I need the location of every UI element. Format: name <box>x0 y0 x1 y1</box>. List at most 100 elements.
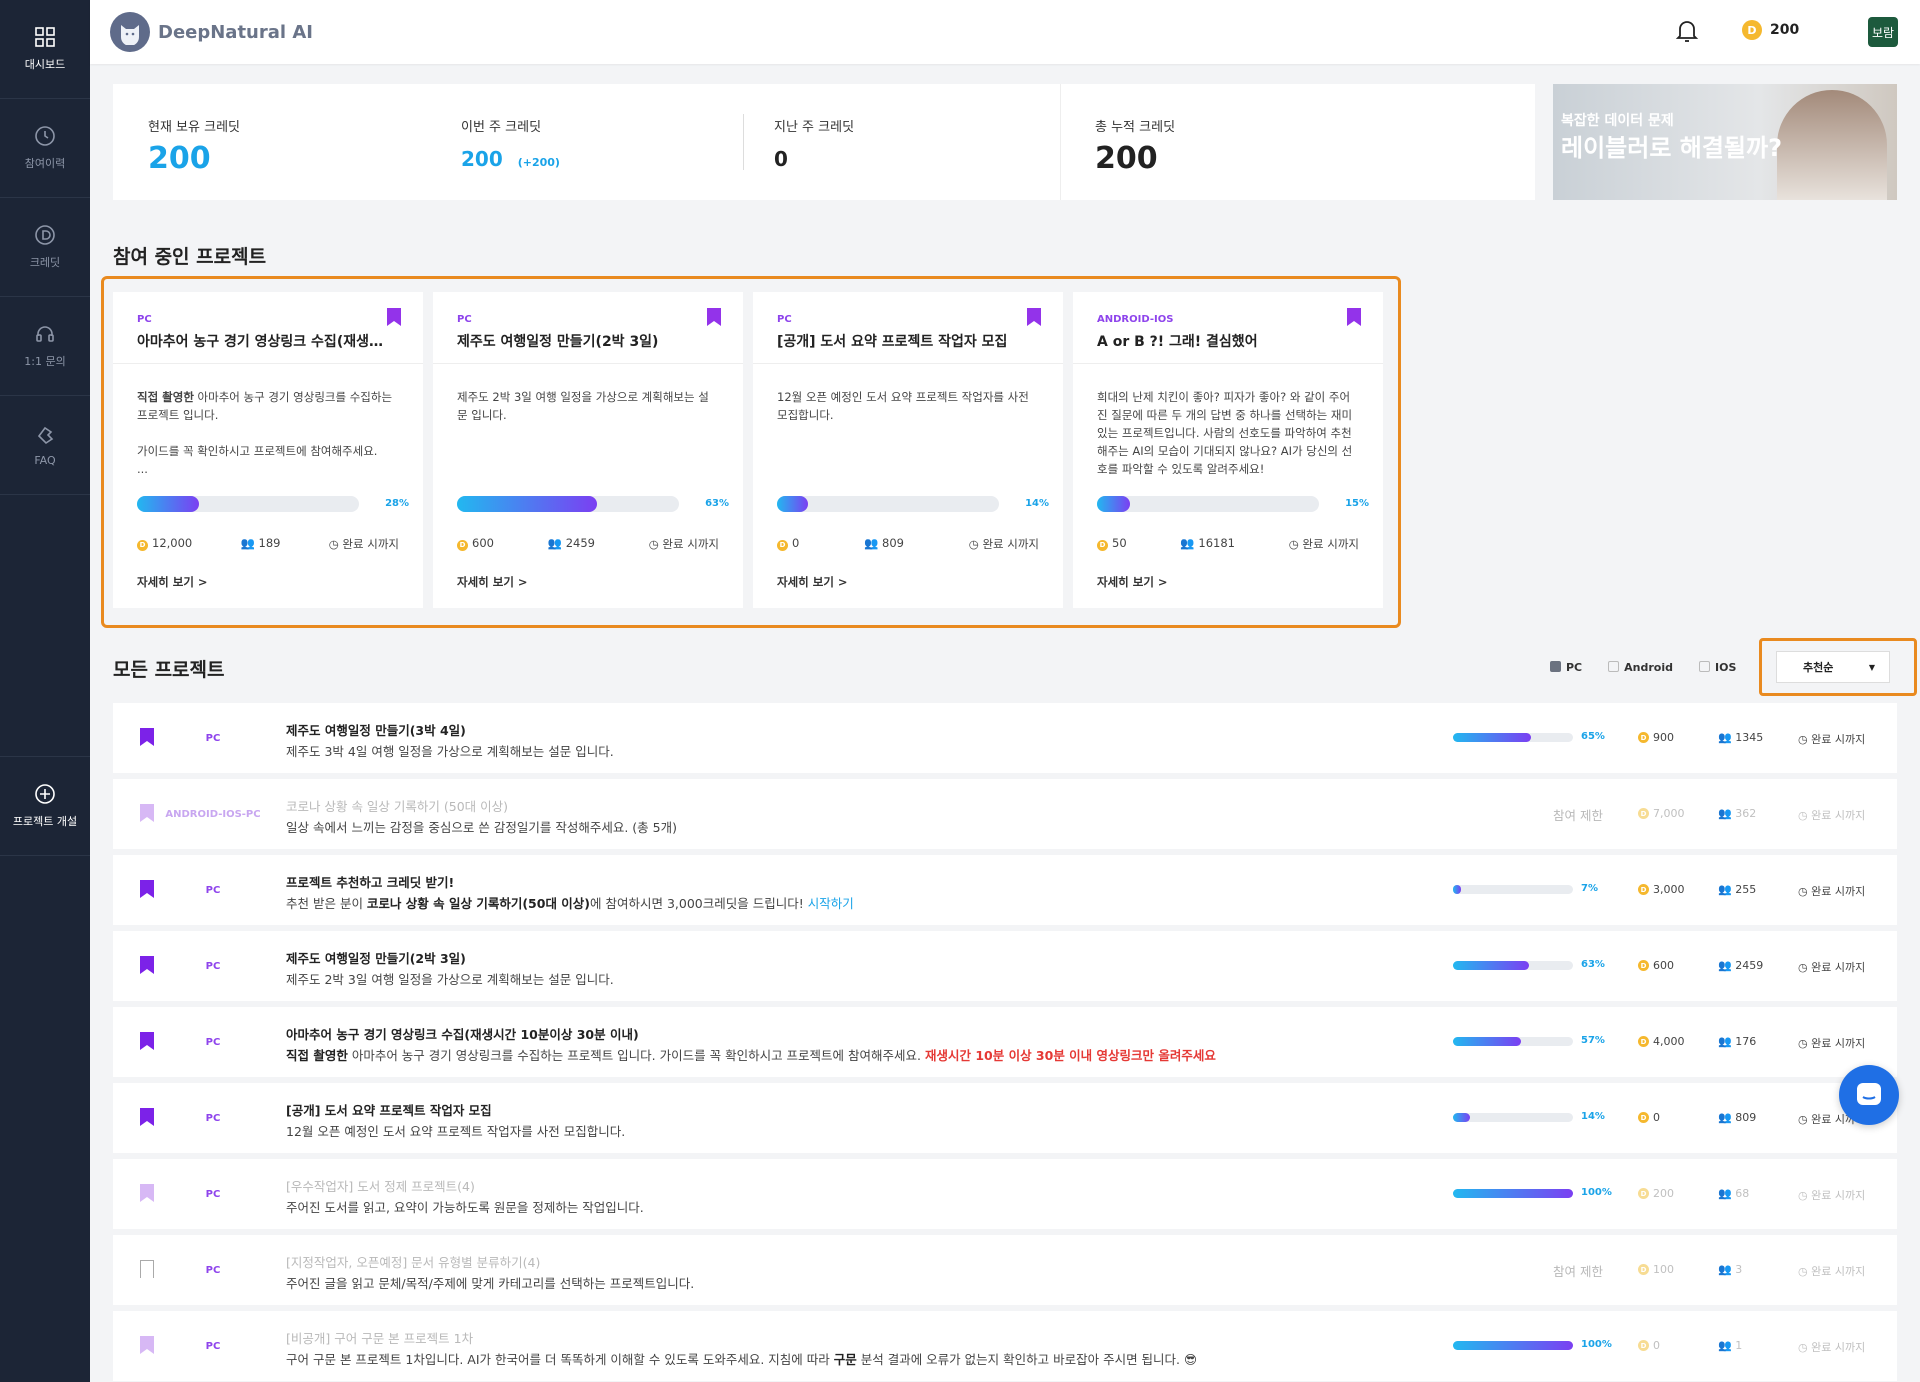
stat-total: 총 누적 크레딧 200 <box>1095 116 1175 176</box>
project-row[interactable]: PC [지정작업자, 오픈예정] 문서 유형별 분류하기(4) 주어진 글을 읽고 … <box>113 1235 1897 1305</box>
card-meta: D 0 👥 809 ◷ 완료 시까지 <box>777 536 1039 552</box>
dashboard-icon <box>35 27 55 47</box>
active-project-card[interactable]: PC 아마추어 농구 경기 영상링크 수집(재생시간 10분이상 30분 이내) 직… <box>113 292 423 608</box>
sidebar-item-inquiry[interactable]: 1:1 문의 <box>0 297 90 396</box>
row-title[interactable]: [우수작업자] 도서 정제 프로젝트(4) <box>286 1176 475 1195</box>
row-title[interactable]: 프로젝트 추천하고 크레딧 받기! <box>286 872 454 891</box>
row-desc-bold: 직접 촬영한 <box>286 1048 348 1063</box>
project-row[interactable]: PC [우수작업자] 도서 정제 프로젝트(4) 주어진 도서를 읽고, 요약이 가… <box>113 1159 1897 1229</box>
time-value: 완료 시까지 <box>662 537 719 551</box>
progress-fill <box>137 496 200 512</box>
sidebar-item-label: 크레딧 <box>29 256 61 269</box>
bell-icon[interactable] <box>1675 18 1699 48</box>
desc-text: 희대의 난제 치킨이 좋아? 피자가 좋아? 와 같이 주어진 질문에 따른 두… <box>1097 390 1353 476</box>
row-title[interactable]: 제주도 여행일정 만들기(3박 4일) <box>286 720 466 739</box>
create-project-button[interactable]: 프로젝트 개설 <box>0 756 90 856</box>
project-row[interactable]: PC [비공개] 구어 구문 본 프로젝트 1차 구어 구문 본 프로젝트 1차입니… <box>113 1311 1897 1381</box>
row-title[interactable]: [공개] 도서 요약 프로젝트 작업자 모집 <box>286 1100 492 1119</box>
progress-bar <box>1453 1113 1573 1122</box>
bookmark-icon[interactable] <box>140 728 154 746</box>
row-title[interactable]: [지정작업자, 오픈예정] 문서 유형별 분류하기(4) <box>286 1252 540 1271</box>
progress-bar <box>137 496 359 512</box>
row-title[interactable]: 아마추어 농구 경기 영상링크 수집(재생시간 10분이상 30분 이내) <box>286 1024 639 1043</box>
clock-icon: ◷ <box>968 537 983 551</box>
row-time: ◷ 완료 시까지 <box>1798 959 1865 975</box>
coin-icon: D <box>777 539 788 551</box>
view-details-link[interactable]: 자세히 보기 > <box>457 574 528 590</box>
clock-icon: ◷ <box>1798 1037 1812 1050</box>
row-credit: D 600 <box>1638 959 1674 972</box>
sidebar-item-dashboard[interactable]: 대시보드 <box>0 0 90 99</box>
bookmark-icon[interactable] <box>140 1032 154 1050</box>
project-row[interactable]: PC 제주도 여행일정 만들기(3박 4일) 제주도 3박 4일 여행 일정을 가상… <box>113 703 1897 773</box>
row-title[interactable]: [비공개] 구어 구문 본 프로젝트 1차 <box>286 1328 473 1347</box>
card-title: [공개] 도서 요약 프로젝트 작업자 모집 <box>777 334 1008 350</box>
stat-label: 총 누적 크레딧 <box>1095 120 1176 135</box>
coin-icon: D <box>1638 1340 1649 1351</box>
progress-percent: 65% <box>1581 731 1605 742</box>
row-warning: 재생시간 10분 이상 30분 이내 영상링크만 올려주세요 <box>924 1048 1216 1063</box>
project-row[interactable]: PC 아마추어 농구 경기 영상링크 수집(재생시간 10분이상 30분 이내) 직… <box>113 1007 1897 1077</box>
headset-icon <box>36 326 54 342</box>
filter-label: PC <box>1566 661 1583 674</box>
progress-bar <box>457 496 679 512</box>
active-project-card[interactable]: PC [공개] 도서 요약 프로젝트 작업자 모집 12월 오픈 예정인 도서 요약… <box>753 292 1063 608</box>
view-details-link[interactable]: 자세히 보기 > <box>1097 574 1168 590</box>
project-row[interactable]: PC 프로젝트 추천하고 크레딧 받기! 추천 받은 분이 코로나 상황 속 일상 … <box>113 855 1897 925</box>
view-details-link[interactable]: 자세히 보기 > <box>137 574 208 590</box>
filter-ios[interactable]: IOS <box>1699 661 1736 674</box>
promo-banner[interactable]: 복잡한 데이터 문제 레이블러로 해결될까? <box>1553 84 1897 200</box>
row-users: 👥 255 <box>1718 883 1756 896</box>
progress-bar <box>1453 733 1573 742</box>
progress-fill <box>1453 1113 1470 1122</box>
sidebar-item-history[interactable]: 참여이력 <box>0 99 90 198</box>
project-row[interactable]: ANDROID-IOS-PC 코로나 상황 속 일상 기록하기 (50대 이상) 일… <box>113 779 1897 849</box>
credit-value: 0 <box>792 536 800 550</box>
bookmark-icon[interactable] <box>140 880 154 898</box>
avatar[interactable]: 보람 <box>1868 17 1898 47</box>
bookmark-icon[interactable] <box>140 1108 154 1126</box>
credit-balance[interactable]: D 200 <box>1742 20 1799 40</box>
clock-icon: ◷ <box>1798 809 1812 822</box>
project-row[interactable]: PC 제주도 여행일정 만들기(2박 3일) 제주도 2박 3일 여행 일정을 가상… <box>113 931 1897 1001</box>
sidebar-item-faq[interactable]: FAQ <box>0 396 90 495</box>
bookmark-icon[interactable] <box>140 1336 154 1354</box>
sidebar-item-credit[interactable]: 크레딧 <box>0 198 90 297</box>
filter-android[interactable]: Android <box>1608 661 1673 674</box>
stat-this-week: 이번 주 크레딧 200 (+200) <box>461 116 560 171</box>
banner-title: 레이블러로 해결될까? <box>1561 134 1782 162</box>
bookmark-icon[interactable] <box>140 1260 154 1278</box>
desc-text: 12월 오픈 예정인 도서 요약 프로젝트 작업자를 사전 모집합니다. <box>777 390 1029 422</box>
row-time: ◷ 완료 시까지 <box>1798 731 1865 747</box>
participation-limit: 참여 제한 <box>1553 808 1603 823</box>
card-platform: PC <box>457 314 472 325</box>
coin-icon: D <box>1638 808 1649 819</box>
logo[interactable]: DeepNatural AI <box>110 12 313 52</box>
active-project-card[interactable]: ANDROID-IOS A or B ?! 그래! 결심했어 희대의 난제 치킨이 … <box>1073 292 1383 608</box>
progress-percent: 15% <box>1345 498 1369 509</box>
chat-button[interactable] <box>1839 1065 1899 1125</box>
bookmark-icon[interactable] <box>140 1184 154 1202</box>
view-details-link[interactable]: 자세히 보기 > <box>777 574 848 590</box>
progress-fill <box>1453 885 1462 894</box>
progress-bar <box>1097 496 1319 512</box>
start-link[interactable]: 시작하기 <box>808 896 854 911</box>
sort-select[interactable]: 추천순 ▼ <box>1776 651 1890 683</box>
bookmark-icon[interactable] <box>140 804 154 822</box>
sidebar-item-label: 대시보드 <box>24 58 66 71</box>
chat-icon <box>1857 1083 1881 1105</box>
filter-pc[interactable]: PC <box>1550 661 1582 674</box>
row-title[interactable]: 제주도 여행일정 만들기(2박 3일) <box>286 948 466 967</box>
progress-fill <box>1453 1189 1573 1198</box>
project-row[interactable]: PC [공개] 도서 요약 프로젝트 작업자 모집 12월 오픈 예정인 도서 요약… <box>113 1083 1897 1153</box>
credit-value: 600 <box>472 536 494 550</box>
credit-value: 600 <box>1653 959 1674 972</box>
bookmark-icon[interactable] <box>140 956 154 974</box>
users-icon: 👥 <box>547 536 566 550</box>
clock-icon: ◷ <box>1798 885 1812 898</box>
card-header: PC [공개] 도서 요약 프로젝트 작업자 모집 <box>753 292 1063 364</box>
row-title[interactable]: 코로나 상황 속 일상 기록하기 (50대 이상) <box>286 796 508 815</box>
row-time: ◷ 완료 시까지 <box>1798 1339 1865 1355</box>
sort-value: 추천순 <box>1803 661 1834 674</box>
active-project-card[interactable]: PC 제주도 여행일정 만들기(2박 3일) 제주도 2박 3일 여행 일정을 가상… <box>433 292 743 608</box>
